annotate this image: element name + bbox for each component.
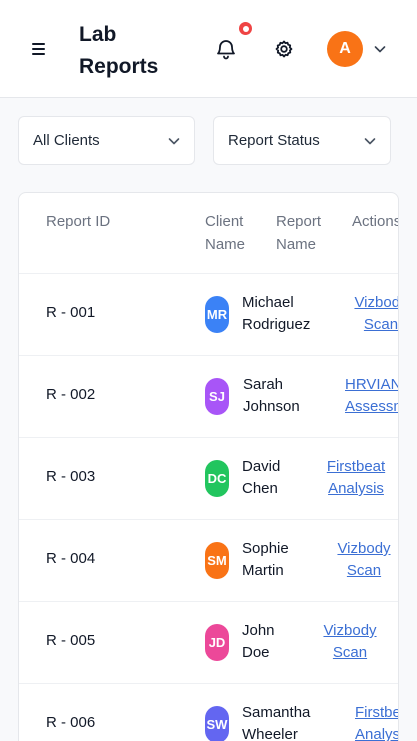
top-header: Lab Reports A <box>0 0 417 98</box>
table-row: R - 001 MR Michael Rodriguez Vizbody Sca… <box>19 273 398 355</box>
client-avatar: SJ <box>205 378 229 415</box>
table-row: R - 005 JD John Doe Vizbody Scan <box>19 601 398 683</box>
report-link[interactable]: Firstbeat Analysis <box>311 456 398 500</box>
page-title: Lab Reports <box>79 23 159 78</box>
column-header-report-name: Report Name <box>276 213 322 253</box>
client-name: Samantha Wheeler <box>242 704 311 741</box>
client-avatar: SW <box>205 706 229 741</box>
gear-icon[interactable] <box>272 37 296 61</box>
notification-badge <box>239 22 252 35</box>
client-name: David Chen <box>242 458 281 497</box>
user-avatar[interactable]: A <box>327 31 363 67</box>
table-row: R - 004 SM Sophie Martin Vizbody Scan <box>19 519 398 601</box>
client-avatar: DC <box>205 460 229 497</box>
report-id: R - 004 <box>46 550 96 567</box>
report-id: R - 002 <box>46 386 96 403</box>
table-row: R - 003 DC David Chen Firstbeat Analysis <box>19 437 398 519</box>
report-link[interactable]: HRVIANS Assessment <box>345 374 398 418</box>
status-filter-label: Report Status <box>228 132 320 149</box>
chevron-down-icon <box>362 133 378 149</box>
clients-filter-select[interactable]: All Clients <box>18 116 195 165</box>
client-name: Michael Rodriguez <box>242 294 311 333</box>
report-link[interactable]: Vizbody Scan <box>319 538 398 582</box>
chevron-down-icon <box>166 133 182 149</box>
client-name: Sarah Johnson <box>243 376 300 415</box>
bell-icon[interactable] <box>214 37 238 61</box>
column-header-client-name: Client Name <box>205 213 246 253</box>
client-avatar: JD <box>205 624 229 661</box>
column-header-report-id: Report ID <box>46 213 111 230</box>
report-link[interactable]: Firstbeat Analysis <box>355 702 398 741</box>
table-row: R - 002 SJ Sarah Johnson HRVIANS Assessm… <box>19 355 398 437</box>
report-link[interactable]: Vizbody Scan <box>305 620 395 664</box>
report-status-filter-select[interactable]: Report Status <box>213 116 391 165</box>
report-id: R - 003 <box>46 468 96 485</box>
client-name: John Doe <box>242 622 275 661</box>
menu-icon[interactable] <box>29 39 49 59</box>
client-avatar: MR <box>205 296 229 333</box>
report-id: R - 005 <box>46 632 96 649</box>
client-avatar: SM <box>205 542 229 579</box>
report-id: R - 001 <box>46 304 96 321</box>
client-name: Sophie Martin <box>242 540 289 579</box>
table-row: R - 006 SW Samantha Wheeler Firstbeat An… <box>19 683 398 741</box>
report-link[interactable]: Vizbody Scan <box>336 292 398 336</box>
chevron-down-icon[interactable] <box>372 41 388 57</box>
column-header-actions: Actions <box>352 213 399 230</box>
clients-filter-label: All Clients <box>33 132 100 149</box>
reports-table: Report ID Client Name Report Name Action… <box>18 192 399 741</box>
report-id: R - 006 <box>46 714 96 731</box>
